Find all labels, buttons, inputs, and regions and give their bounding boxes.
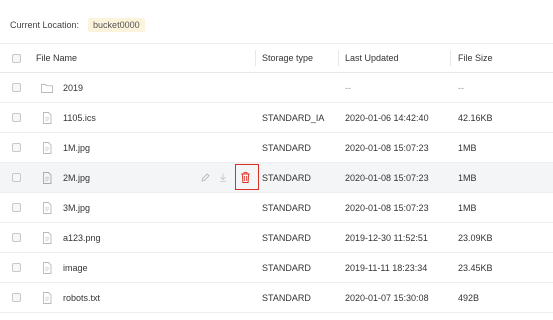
last-updated: 2020-01-08 15:07:23 xyxy=(345,172,429,183)
file-size: 1MB xyxy=(458,142,477,153)
column-divider xyxy=(255,50,256,66)
file-name-link[interactable]: 1105.ics xyxy=(63,103,96,132)
row-checkbox[interactable] xyxy=(12,233,21,242)
column-header-last-updated[interactable]: Last Updated xyxy=(345,44,399,72)
download-icon[interactable] xyxy=(216,170,230,186)
file-name-link[interactable]: image xyxy=(63,253,88,282)
file-name-link[interactable]: 2M.jpg xyxy=(63,163,90,192)
delete-highlight-box xyxy=(235,163,259,190)
row-checkbox[interactable] xyxy=(12,83,21,92)
last-updated: 2020-01-07 15:30:08 xyxy=(345,292,429,303)
row-checkbox[interactable] xyxy=(12,203,21,212)
last-updated: -- xyxy=(345,82,351,93)
table-row[interactable]: robots.txt STANDARD 2020-01-07 15:30:08 … xyxy=(0,283,553,313)
file-size: 1MB xyxy=(458,202,477,213)
last-updated: 2020-01-06 14:42:40 xyxy=(345,112,429,123)
file-size: 42.16KB xyxy=(458,112,493,123)
current-location: Current Location: bucket0000 xyxy=(10,10,145,40)
column-header-file-name[interactable]: File Name xyxy=(36,44,77,72)
row-checkbox[interactable] xyxy=(12,143,21,152)
file-size: 492B xyxy=(458,292,480,303)
storage-type: STANDARD xyxy=(262,202,311,213)
file-icon xyxy=(43,261,52,274)
file-size: -- xyxy=(458,82,464,93)
file-name-link[interactable]: robots.txt xyxy=(63,283,100,312)
storage-type: STANDARD_IA xyxy=(262,112,325,123)
bucket-badge[interactable]: bucket0000 xyxy=(88,18,145,32)
row-checkbox[interactable] xyxy=(12,293,21,302)
file-icon xyxy=(43,171,52,184)
storage-type: STANDARD xyxy=(262,232,311,243)
table-row[interactable]: image STANDARD 2019-11-11 18:23:34 23.45… xyxy=(0,253,553,283)
file-size: 23.45KB xyxy=(458,262,493,273)
current-location-label: Current Location: xyxy=(10,20,80,30)
file-size: 23.09KB xyxy=(458,232,493,243)
file-name-link[interactable]: a123.png xyxy=(63,223,101,252)
last-updated: 2019-11-11 18:23:34 xyxy=(345,262,428,273)
table-row[interactable]: a123.png STANDARD 2019-12-30 11:52:51 23… xyxy=(0,223,553,253)
table-row[interactable]: 2M.jpg STANDARD 2020-01-08 15:07:23 1MB xyxy=(0,163,553,193)
table-body: 2019 -- -- 1105.ics STANDARD_IA 2020-01-… xyxy=(0,73,553,313)
file-icon xyxy=(43,291,52,304)
table-row[interactable]: 2019 -- -- xyxy=(0,73,553,103)
column-header-storage-type[interactable]: Storage type xyxy=(262,44,313,72)
file-icon xyxy=(43,231,52,244)
storage-type: STANDARD xyxy=(262,172,311,183)
file-table: File Name Storage type Last Updated File… xyxy=(0,43,553,313)
storage-type: STANDARD xyxy=(262,292,311,303)
file-name-link[interactable]: 1M.jpg xyxy=(63,133,90,162)
table-row[interactable]: 3M.jpg STANDARD 2020-01-08 15:07:23 1MB xyxy=(0,193,553,223)
column-divider xyxy=(450,50,451,66)
edit-icon[interactable] xyxy=(198,170,212,186)
file-name-link[interactable]: 2019 xyxy=(63,73,83,102)
file-name-link[interactable]: 3M.jpg xyxy=(63,193,90,222)
last-updated: 2020-01-08 15:07:23 xyxy=(345,142,429,153)
table-header: File Name Storage type Last Updated File… xyxy=(0,43,553,73)
row-checkbox[interactable] xyxy=(12,113,21,122)
table-row[interactable]: 1M.jpg STANDARD 2020-01-08 15:07:23 1MB xyxy=(0,133,553,163)
file-icon xyxy=(43,141,52,154)
last-updated: 2019-12-30 11:52:51 xyxy=(345,232,428,243)
row-checkbox[interactable] xyxy=(12,263,21,272)
file-icon xyxy=(43,111,52,124)
table-row[interactable]: 1105.ics STANDARD_IA 2020-01-06 14:42:40… xyxy=(0,103,553,133)
select-all-checkbox[interactable] xyxy=(12,53,21,63)
storage-type: STANDARD xyxy=(262,262,311,273)
column-header-file-size[interactable]: File Size xyxy=(458,44,493,72)
column-divider xyxy=(338,50,339,66)
file-size: 1MB xyxy=(458,172,477,183)
last-updated: 2020-01-08 15:07:23 xyxy=(345,202,429,213)
file-icon xyxy=(43,201,52,214)
row-checkbox[interactable] xyxy=(12,173,21,182)
folder-icon xyxy=(41,83,53,93)
storage-type: STANDARD xyxy=(262,142,311,153)
